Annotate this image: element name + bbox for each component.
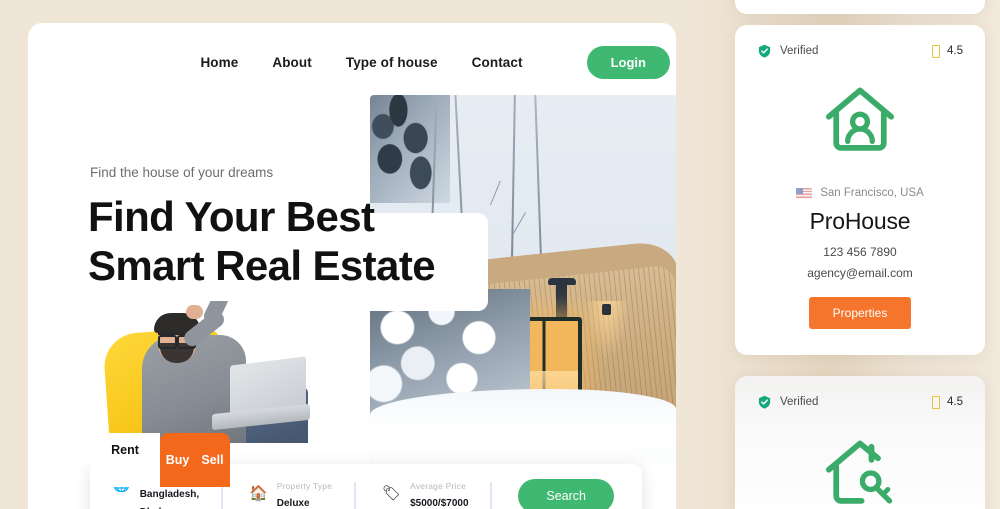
house-key-illustration xyxy=(735,432,985,509)
photo-snow-ground xyxy=(370,389,676,463)
price-tag-icon: 🏷 xyxy=(382,485,402,502)
field-divider-3 xyxy=(490,482,493,509)
properties-button-wrap: Properties xyxy=(735,297,985,329)
search-tabs: Rent Buy Sell xyxy=(90,433,230,487)
agency-card-header: Verified 4.5 xyxy=(735,25,985,59)
average-price-label: Average Price xyxy=(410,481,466,491)
home-icon: 🏠 xyxy=(249,485,268,502)
search-field-average-price[interactable]: 🏷 Average Price $5000/$7000 xyxy=(360,481,468,509)
photo-wall-lamp-right xyxy=(602,304,611,315)
rating-value: 4.5 xyxy=(947,45,963,57)
average-price-value: $5000/$7000 xyxy=(410,498,469,509)
property-type-value: Deluxe xyxy=(276,498,310,509)
photo-chimney-cap xyxy=(548,278,576,285)
top-navigation: Home About Type of house Contact Login xyxy=(28,23,676,101)
nav-link-contact[interactable]: Contact xyxy=(472,55,523,70)
rating-value-second: 4.5 xyxy=(947,396,963,408)
verified-label: Verified xyxy=(780,45,819,57)
agency-email: agency@email.com xyxy=(807,266,913,280)
nav-links: Home About Type of house Contact Login xyxy=(200,45,670,79)
tab-group-buy-sell: Buy Sell xyxy=(160,433,230,487)
login-button[interactable]: Login xyxy=(586,45,670,79)
agency-location: San Francisco, USA xyxy=(820,187,924,199)
rating-badge-second: 4.5 xyxy=(932,395,963,409)
main-panel: Home About Type of house Contact Login F… xyxy=(28,23,676,509)
photo-chimney xyxy=(556,283,567,317)
agency-card-second-header: Verified 4.5 xyxy=(735,376,985,410)
verified-badge: Verified xyxy=(757,43,818,59)
location-value: Bangladesh, Dhaka xyxy=(139,489,200,509)
photo-conifer-tree xyxy=(370,95,450,203)
rating-badge: 4.5 xyxy=(932,44,963,58)
star-icon xyxy=(932,395,940,409)
house-profile-illustration xyxy=(735,79,985,161)
hero-eyebrow: Find the house of your dreams xyxy=(90,165,274,180)
tab-buy[interactable]: Buy xyxy=(160,443,195,477)
search-button[interactable]: Search xyxy=(518,479,614,509)
verified-badge-second: Verified xyxy=(757,394,818,410)
headline-line-2: Smart Real Estate xyxy=(88,241,436,289)
person-hand xyxy=(186,305,203,319)
agency-name: ProHouse xyxy=(809,208,911,234)
nav-link-type-of-house[interactable]: Type of house xyxy=(346,55,438,70)
house-key-icon xyxy=(825,440,893,504)
tab-sell[interactable]: Sell xyxy=(195,443,230,477)
shield-check-icon xyxy=(758,44,771,58)
agency-card-partial-top[interactable] xyxy=(735,0,985,14)
properties-button[interactable]: Properties xyxy=(808,297,912,329)
verified-label-second: Verified xyxy=(780,396,819,408)
shield-check-icon xyxy=(758,395,771,409)
hero-person-photo xyxy=(90,301,312,443)
page-title: Find Your Best Smart Real Estate xyxy=(88,193,436,290)
house-user-icon xyxy=(825,87,895,151)
search-field-property-type[interactable]: 🏠 Property Type Deluxe xyxy=(227,481,332,509)
star-icon xyxy=(932,44,940,58)
nav-link-home[interactable]: Home xyxy=(200,55,238,70)
agency-card-prohouse[interactable]: Verified 4.5 San Francisco, USA ProHouse… xyxy=(735,25,985,355)
headline-line-1: Find Your Best xyxy=(88,193,375,240)
field-divider-2 xyxy=(354,482,357,509)
property-type-label: Property Type xyxy=(276,481,333,491)
nav-link-about[interactable]: About xyxy=(272,55,311,70)
usa-flag-icon xyxy=(796,187,813,199)
agency-card-second[interactable]: Verified 4.5 xyxy=(735,376,985,509)
agency-location-row: San Francisco, USA xyxy=(735,187,985,199)
tab-rent[interactable]: Rent xyxy=(90,433,160,487)
agency-phone: 123 456 7890 xyxy=(823,245,897,259)
